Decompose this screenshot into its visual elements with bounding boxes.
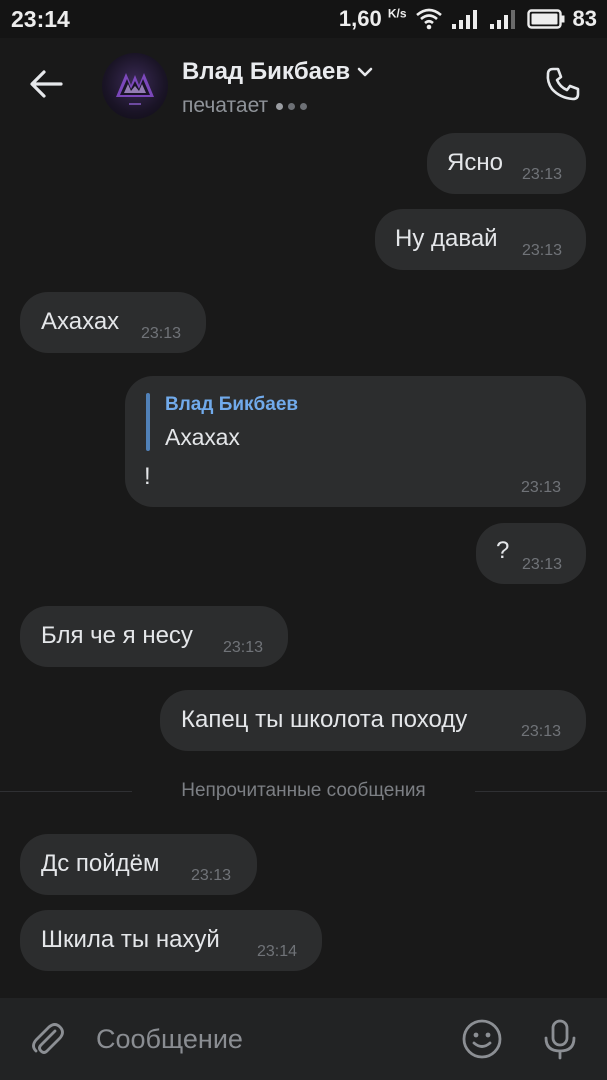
emoji-icon bbox=[462, 1019, 502, 1059]
message-text: ? bbox=[496, 537, 510, 564]
chat-header: Влад Бикбаев печатает bbox=[0, 38, 607, 130]
message-input[interactable]: Сообщение bbox=[96, 1024, 243, 1055]
network-speed: 1,60 K/s bbox=[339, 6, 407, 32]
back-button[interactable] bbox=[22, 60, 70, 108]
contact-status: печатает bbox=[182, 94, 308, 118]
message-list[interactable]: Ясно 23:13 Ну давай 23:13 Ахахах 23:13 В… bbox=[0, 130, 607, 998]
message-time: 23:13 bbox=[522, 556, 563, 573]
message-text: ! bbox=[144, 463, 151, 490]
battery-percent: 83 bbox=[572, 6, 597, 31]
message-time: 23:13 bbox=[522, 166, 563, 183]
message-text: Дс пойдём bbox=[41, 850, 160, 877]
typing-status-text: печатает bbox=[182, 94, 269, 117]
contact-name-row[interactable]: Влад Бикбаев bbox=[182, 58, 374, 86]
message-text: Капец ты школота походу bbox=[181, 706, 468, 733]
message-time: 23:13 bbox=[223, 639, 264, 656]
call-button[interactable] bbox=[539, 60, 587, 108]
avatar[interactable] bbox=[102, 53, 168, 119]
message-bubble-incoming[interactable]: Дс пойдём 23:13 bbox=[20, 834, 257, 895]
message-bubble-outgoing[interactable]: Капец ты школота походу 23:13 bbox=[160, 690, 586, 751]
message-text: Ясно bbox=[447, 149, 503, 176]
message-text: Ну давай bbox=[395, 225, 498, 252]
avatar-logo-icon bbox=[116, 73, 154, 105]
signal-icon bbox=[451, 10, 477, 29]
message-time: 23:13 bbox=[522, 242, 563, 259]
message-text: Бля че я несу bbox=[41, 622, 193, 649]
status-time: 23:14 bbox=[11, 6, 70, 32]
arrow-left-icon bbox=[30, 70, 63, 98]
message-bubble-incoming[interactable]: Бля че я несу 23:13 bbox=[20, 606, 288, 667]
microphone-button[interactable] bbox=[537, 1016, 583, 1062]
network-speed-unit: K/s bbox=[387, 6, 407, 21]
attach-button[interactable] bbox=[24, 1016, 70, 1062]
status-bar: 23:14 1,60 K/s 83 bbox=[0, 0, 607, 38]
message-bubble-outgoing-reply[interactable]: Влад Бикбаев Ахахах ! 23:13 bbox=[125, 376, 586, 507]
reply-accent-bar bbox=[146, 393, 150, 451]
divider-line bbox=[475, 791, 607, 792]
status-right: 1,60 K/s 83 bbox=[339, 5, 597, 33]
phone-icon bbox=[546, 67, 580, 101]
message-time: 23:13 bbox=[521, 479, 562, 496]
unread-divider: Непрочитанные сообщения bbox=[0, 776, 607, 806]
chevron-down-icon bbox=[357, 67, 373, 77]
signal-icon bbox=[489, 10, 515, 29]
message-time: 23:13 bbox=[141, 325, 182, 342]
network-speed-value: 1,60 bbox=[338, 6, 382, 31]
reply-text: Ахахах bbox=[165, 424, 240, 450]
reply-author: Влад Бикбаев bbox=[165, 394, 299, 415]
message-time: 23:13 bbox=[521, 723, 562, 740]
message-bubble-outgoing[interactable]: ? 23:13 bbox=[476, 523, 586, 584]
paperclip-icon bbox=[32, 1023, 64, 1054]
message-text: Шкила ты нахуй bbox=[41, 926, 220, 953]
message-text: Ахахах bbox=[41, 308, 120, 335]
message-time: 23:14 bbox=[257, 943, 298, 960]
contact-name: Влад Бикбаев bbox=[182, 58, 351, 85]
wifi-icon bbox=[415, 8, 442, 30]
battery-icon bbox=[526, 9, 565, 29]
message-composer: Сообщение bbox=[0, 998, 607, 1080]
typing-indicator bbox=[276, 102, 308, 110]
message-time: 23:13 bbox=[191, 867, 232, 884]
emoji-button[interactable] bbox=[459, 1016, 505, 1062]
message-bubble-incoming[interactable]: Ахахах 23:13 bbox=[20, 292, 206, 353]
microphone-icon bbox=[544, 1019, 576, 1060]
message-bubble-outgoing[interactable]: Ясно 23:13 bbox=[427, 133, 586, 194]
message-bubble-incoming[interactable]: Шкила ты нахуй 23:14 bbox=[20, 910, 322, 971]
message-bubble-outgoing[interactable]: Ну давай 23:13 bbox=[375, 209, 586, 270]
